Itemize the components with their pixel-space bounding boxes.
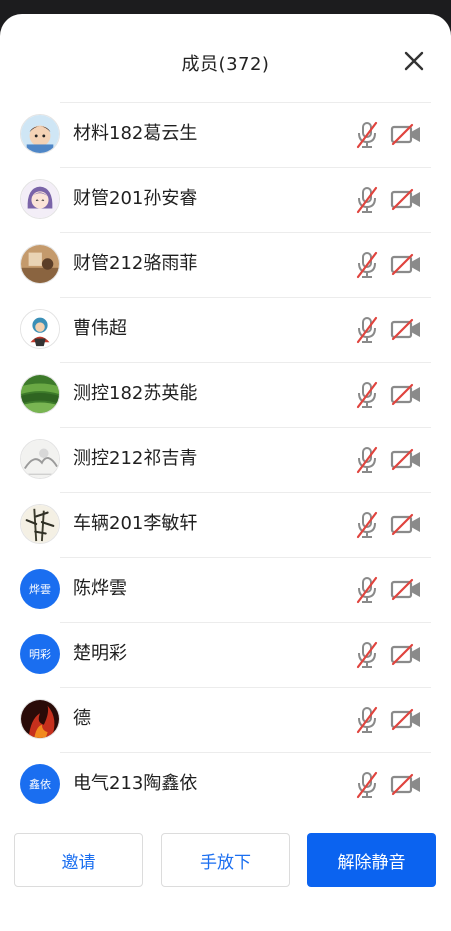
- mic-muted-icon: [356, 186, 378, 214]
- hand-down-button[interactable]: 手放下: [161, 833, 290, 887]
- member-name: 曹伟超: [73, 318, 127, 339]
- invite-button[interactable]: 邀请: [14, 833, 143, 887]
- camera-off-icon: [390, 642, 422, 666]
- member-name: 测控212祁吉青: [73, 448, 198, 469]
- member-name: 财管212骆雨菲: [73, 253, 198, 274]
- avatar: [20, 699, 60, 739]
- mic-muted-icon: [356, 121, 378, 149]
- panel-title: 成员(372): [181, 54, 270, 75]
- mic-muted-icon: [356, 641, 378, 669]
- unmute-button[interactable]: 解除静音: [307, 833, 436, 887]
- mic-muted-icon: [356, 706, 378, 734]
- member-row[interactable]: 财管212骆雨菲: [0, 232, 451, 297]
- camera-off-icon: [390, 707, 422, 731]
- camera-off-icon: [390, 382, 422, 406]
- panel-header: 成员(372): [0, 14, 451, 102]
- camera-off-icon: [390, 772, 422, 796]
- avatar: 烨雲: [20, 569, 60, 609]
- camera-off-icon: [390, 252, 422, 276]
- member-name: 陈烨雲: [73, 578, 127, 599]
- member-row[interactable]: 鑫依 电气213陶鑫依: [0, 752, 451, 817]
- avatar: [20, 244, 60, 284]
- avatar: [20, 309, 60, 349]
- member-row[interactable]: 材料182葛云生: [0, 102, 451, 167]
- mic-muted-icon: [356, 511, 378, 539]
- member-name: 材料182葛云生: [73, 123, 198, 144]
- member-row[interactable]: 测控212祁吉青: [0, 427, 451, 492]
- mic-muted-icon: [356, 251, 378, 279]
- member-list: 材料182葛云生 财管201孙安睿 财管212骆雨菲 曹伟超测控182苏英能 测控212…: [0, 102, 451, 817]
- camera-off-icon: [390, 317, 422, 341]
- avatar: [20, 114, 60, 154]
- member-name: 德: [73, 708, 91, 729]
- mic-muted-icon: [356, 446, 378, 474]
- member-row[interactable]: 财管201孙安睿: [0, 167, 451, 232]
- mic-muted-icon: [356, 381, 378, 409]
- action-bar: 邀请 手放下 解除静音: [0, 833, 451, 889]
- avatar: 鑫依: [20, 764, 60, 804]
- member-name: 车辆201李敏轩: [73, 513, 198, 534]
- mic-muted-icon: [356, 771, 378, 799]
- close-icon[interactable]: [403, 50, 425, 72]
- member-row[interactable]: 德: [0, 687, 451, 752]
- member-row[interactable]: 测控182苏英能: [0, 362, 451, 427]
- member-row[interactable]: 明彩 楚明彩: [0, 622, 451, 687]
- member-row[interactable]: 烨雲 陈烨雲: [0, 557, 451, 622]
- member-name: 楚明彩: [73, 643, 127, 664]
- avatar: [20, 374, 60, 414]
- avatar: 明彩: [20, 634, 60, 674]
- members-panel: 成员(372) 材料182葛云生 财管201孙安睿 财管212骆雨菲 曹伟超测控182…: [0, 14, 451, 931]
- mic-muted-icon: [356, 576, 378, 604]
- mic-muted-icon: [356, 316, 378, 344]
- member-row[interactable]: 曹伟超: [0, 297, 451, 362]
- avatar: [20, 179, 60, 219]
- member-row[interactable]: 车辆201李敏轩: [0, 492, 451, 557]
- avatar: [20, 439, 60, 479]
- camera-off-icon: [390, 187, 422, 211]
- camera-off-icon: [390, 122, 422, 146]
- camera-off-icon: [390, 577, 422, 601]
- member-name: 测控182苏英能: [73, 383, 198, 404]
- camera-off-icon: [390, 447, 422, 471]
- camera-off-icon: [390, 512, 422, 536]
- member-name: 财管201孙安睿: [73, 188, 198, 209]
- member-name: 电气213陶鑫依: [73, 773, 198, 794]
- avatar: [20, 504, 60, 544]
